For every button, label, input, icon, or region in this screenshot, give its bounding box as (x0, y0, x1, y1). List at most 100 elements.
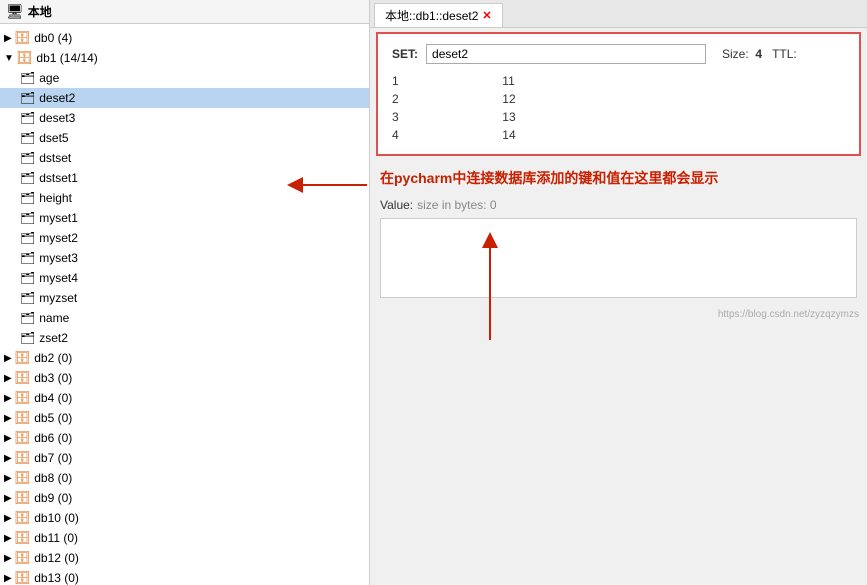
set-label: SET: (392, 47, 418, 61)
db-icon: 🗄 (14, 30, 31, 46)
tree-item-name[interactable]: 🗂name (0, 308, 369, 328)
set-icon: 🗂 (20, 331, 35, 345)
left-panel: 🖥 本地 ▶🗄db0 (4)▼🗄db1 (14/14)🗂age🗂deset2🗂d… (0, 0, 370, 585)
db-icon: 🗄 (14, 350, 31, 366)
set-icon: 🗂 (20, 271, 35, 285)
db-icon: 🗄 (14, 450, 31, 466)
watermark-row: https://blog.csdn.net/zyzqzymzs (370, 302, 867, 322)
data-table: 111212313414 (392, 72, 652, 144)
tree-item-db2[interactable]: ▶🗄db2 (0) (0, 348, 369, 368)
tree-item-db4[interactable]: ▶🗄db4 (0) (0, 388, 369, 408)
db-icon: 🗄 (14, 490, 31, 506)
cell-row: 2 (392, 90, 502, 108)
tree-item-label: db7 (0) (34, 451, 72, 465)
cell-value: 12 (502, 90, 652, 108)
tree-item-label: db9 (0) (34, 491, 72, 505)
size-label: Size: 4 TTL: (722, 47, 797, 61)
tab-label: 本地::db1::deset2 (385, 7, 478, 24)
cell-value: 14 (502, 126, 652, 144)
key-icon: 🗂 (20, 191, 35, 205)
tree-item-label: zset2 (39, 331, 68, 345)
cell-value: 11 (502, 72, 652, 90)
main-window: 🖥 本地 ▶🗄db0 (4)▼🗄db1 (14/14)🗂age🗂deset2🗂d… (0, 0, 867, 585)
tree-item-myset1[interactable]: 🗂myset1 (0, 208, 369, 228)
tree-item-db1[interactable]: ▼🗄db1 (14/14) (0, 48, 369, 68)
table-row: 414 (392, 126, 652, 144)
tree-item-db3[interactable]: ▶🗄db3 (0) (0, 368, 369, 388)
active-tab[interactable]: 本地::db1::deset2 ✕ (374, 3, 503, 27)
tree-item-db12[interactable]: ▶🗄db12 (0) (0, 548, 369, 568)
tree-item-myzset[interactable]: 🗂myzset (0, 288, 369, 308)
tree-item-dset5[interactable]: 🗂 dset5 (0, 128, 369, 148)
tree-item-db7[interactable]: ▶🗄db7 (0) (0, 448, 369, 468)
tree-item-db0[interactable]: ▶🗄db0 (4) (0, 28, 369, 48)
tree-item-dstset1[interactable]: 🗂 dstset1 (0, 168, 369, 188)
tree-item-label: db5 (0) (34, 411, 72, 425)
left-panel-header: 🖥 本地 (0, 0, 369, 24)
set-icon: 🗂 (20, 151, 35, 165)
annotation-text: 在pycharm中连接数据库添加的键和值在这里都会显示 (380, 168, 857, 188)
value-label: Value: (380, 198, 413, 212)
left-panel-title: 本地 (28, 3, 52, 20)
value-row: Value: size in bytes: 0 (380, 198, 857, 212)
value-textarea[interactable] (380, 218, 857, 298)
tree-item-label: db3 (0) (34, 371, 72, 385)
db-icon: 🗄 (14, 410, 31, 426)
main-area: 🖥 本地 ▶🗄db0 (4)▼🗄db1 (14/14)🗂age🗂deset2🗂d… (0, 0, 867, 585)
tree-item-label: name (39, 311, 69, 325)
local-icon: 🖥 (6, 3, 24, 20)
tree-item-label: db6 (0) (34, 431, 72, 445)
key-icon: 🗂 (20, 71, 35, 85)
tree-item-label: db2 (0) (34, 351, 72, 365)
set-icon: 🗂 (20, 171, 35, 185)
tree-item-db8[interactable]: ▶🗄db8 (0) (0, 468, 369, 488)
db-icon: 🗄 (14, 370, 31, 386)
tree-item-label: dset5 (39, 131, 68, 145)
set-icon: 🗂 (20, 231, 35, 245)
table-row: 212 (392, 90, 652, 108)
tree-item-db5[interactable]: ▶🗄db5 (0) (0, 408, 369, 428)
tree-item-dstset[interactable]: 🗂 dstset (0, 148, 369, 168)
tree-item-deset3[interactable]: 🗂deset3 (0, 108, 369, 128)
tree-item-db11[interactable]: ▶🗄db11 (0) (0, 528, 369, 548)
db-icon: 🗄 (14, 530, 31, 546)
tree-item-db9[interactable]: ▶🗄db9 (0) (0, 488, 369, 508)
db-icon: 🗄 (14, 510, 31, 526)
tree-item-db13[interactable]: ▶🗄db13 (0) (0, 568, 369, 585)
table-row: 111 (392, 72, 652, 90)
tree-item-label: myset3 (39, 251, 78, 265)
tree-item-label: myset4 (39, 271, 78, 285)
tree-item-label: age (39, 71, 59, 85)
tree-item-label: deset3 (39, 111, 75, 125)
watermark: https://blog.csdn.net/zyzqzymzs (718, 309, 859, 320)
tree-item-label: db10 (0) (34, 511, 79, 525)
cell-row: 3 (392, 108, 502, 126)
tree-item-label: deset2 (39, 91, 75, 105)
table-row: 313 (392, 108, 652, 126)
set-icon: 🗂 (20, 131, 35, 145)
set-icon: 🗂 (20, 91, 35, 105)
tab-close-button[interactable]: ✕ (482, 9, 491, 22)
set-name-input[interactable] (426, 44, 706, 64)
db-icon: 🗄 (14, 570, 31, 585)
tree-item-zset2[interactable]: 🗂 zset2 (0, 328, 369, 348)
tree-item-age[interactable]: 🗂 age (0, 68, 369, 88)
tree-item-height[interactable]: 🗂 height (0, 188, 369, 208)
tree-area[interactable]: ▶🗄db0 (4)▼🗄db1 (14/14)🗂age🗂deset2🗂deset3… (0, 24, 369, 585)
tree-item-label: db12 (0) (34, 551, 79, 565)
tree-item-myset3[interactable]: 🗂myset3 (0, 248, 369, 268)
tree-item-label: height (39, 191, 72, 205)
tree-item-label: dstset (39, 151, 71, 165)
tree-item-db10[interactable]: ▶🗄db10 (0) (0, 508, 369, 528)
tree-item-label: db4 (0) (34, 391, 72, 405)
tree-item-label: db11 (0) (34, 531, 78, 545)
tree-item-label: myset2 (39, 231, 78, 245)
cell-row: 4 (392, 126, 502, 144)
tree-item-label: dstset1 (39, 171, 78, 185)
tree-item-myset2[interactable]: 🗂 myset2 (0, 228, 369, 248)
tree-item-myset4[interactable]: 🗂 myset4 (0, 268, 369, 288)
right-panel: 本地::db1::deset2 ✕ SET: Size: 4 TTL: (370, 0, 867, 585)
tree-item-db6[interactable]: ▶🗄db6 (0) (0, 428, 369, 448)
right-content: SET: Size: 4 TTL: (370, 28, 867, 585)
tree-item-deset2[interactable]: 🗂 deset2 (0, 88, 369, 108)
